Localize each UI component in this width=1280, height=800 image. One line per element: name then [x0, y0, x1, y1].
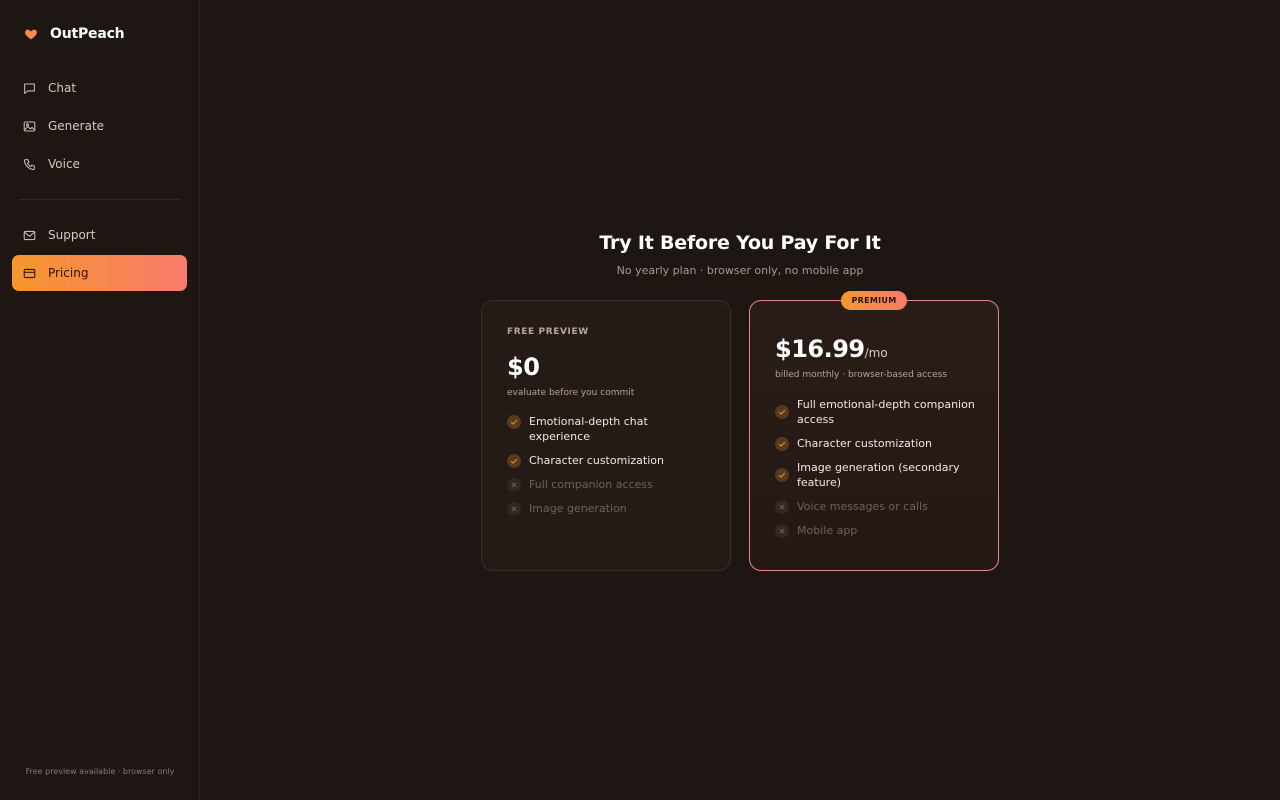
sidebar-item-voice[interactable]: Voice — [12, 146, 187, 182]
brand-name: OutPeach — [50, 26, 125, 42]
sidebar-item-support[interactable]: Support — [12, 217, 187, 253]
price-value: $0 — [507, 353, 540, 381]
feature-item: Character customization — [507, 453, 710, 468]
x-icon — [507, 478, 521, 492]
feature-label: Character customization — [797, 437, 932, 450]
heart-icon — [25, 29, 37, 40]
feature-label: Image generation — [529, 502, 627, 515]
sidebar: OutPeach Chat Generate Voice Support Pri… — [0, 0, 200, 800]
sidebar-item-label: Chat — [48, 81, 77, 95]
check-icon — [775, 405, 789, 419]
feature-item: Voice messages or calls — [775, 499, 978, 514]
sidebar-item-chat[interactable]: Chat — [12, 70, 187, 106]
price-note: billed monthly · browser-based access — [775, 370, 947, 380]
plan-name: FREE PREVIEW — [507, 327, 589, 337]
check-icon — [775, 437, 789, 451]
sidebar-item-label: Generate — [48, 119, 105, 133]
check-icon — [775, 468, 789, 482]
x-icon — [775, 524, 789, 538]
plan-card-premium[interactable]: $16.99/mo billed monthly · browser-based… — [749, 300, 999, 571]
feature-item: Full companion access — [507, 477, 710, 492]
sidebar-item-label: Voice — [48, 157, 80, 171]
page-subtitle: No yearly plan · browser only, no mobile… — [616, 264, 864, 277]
x-icon — [775, 500, 789, 514]
feature-label: Full companion access — [529, 478, 653, 491]
phone-icon — [23, 158, 35, 170]
plan-card-free[interactable]: FREE PREVIEW $0 evaluate before you comm… — [481, 300, 731, 571]
sidebar-item-generate[interactable]: Generate — [12, 108, 187, 144]
feature-label: Voice messages or calls — [797, 500, 928, 513]
sidebar-nav: Chat Generate Voice Support Pricing — [12, 70, 187, 293]
sidebar-item-label: Support — [48, 228, 96, 242]
plan-price: $0 — [507, 353, 540, 381]
sidebar-item-pricing[interactable]: Pricing — [12, 255, 187, 291]
feature-item: Emotional-depth chat experience — [507, 414, 710, 444]
feature-item: Full emotional-depth companion access — [775, 397, 978, 427]
feature-list: Full emotional-depth companion access Ch… — [775, 397, 978, 547]
check-icon — [507, 454, 521, 468]
check-icon — [507, 415, 521, 429]
price-unit: /mo — [864, 346, 888, 360]
chat-bubble-icon — [24, 83, 35, 94]
feature-item: Image generation — [507, 501, 710, 516]
brand[interactable]: OutPeach — [24, 26, 125, 42]
feature-label: Character customization — [529, 454, 664, 467]
feature-item: Mobile app — [775, 523, 978, 538]
sidebar-footer: Free preview available · browser only — [25, 767, 175, 776]
feature-label: Mobile app — [797, 524, 858, 537]
premium-badge: PREMIUM — [841, 291, 907, 310]
image-icon — [23, 121, 36, 131]
feature-item: Character customization — [775, 436, 978, 451]
credit-card-icon — [23, 268, 36, 278]
page-title: Try It Before You Pay For It — [599, 232, 881, 254]
mail-icon — [23, 230, 36, 240]
feature-label: Emotional-depth chat experience — [529, 415, 648, 443]
feature-list: Emotional-depth chat experience Characte… — [507, 414, 710, 525]
feature-item: Image generation (secondary feature) — [775, 460, 978, 490]
price-value: $16.99 — [775, 335, 865, 363]
sidebar-item-label: Pricing — [48, 266, 89, 280]
plan-price: $16.99/mo — [775, 335, 888, 363]
nav-divider — [19, 199, 180, 200]
feature-label: Image generation (secondary feature) — [797, 461, 960, 489]
x-icon — [507, 502, 521, 516]
price-note: evaluate before you commit — [507, 388, 635, 398]
feature-label: Full emotional-depth companion access — [797, 398, 975, 426]
